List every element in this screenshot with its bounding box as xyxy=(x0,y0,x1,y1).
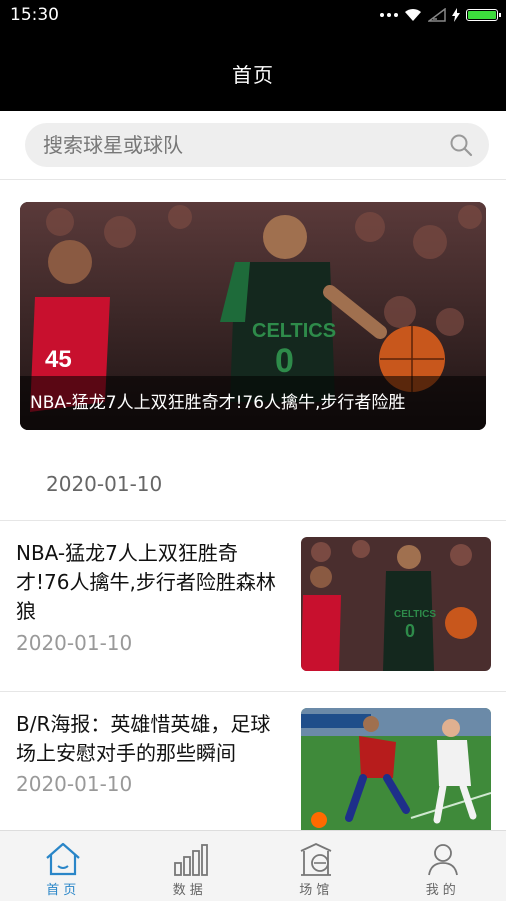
status-icons xyxy=(380,6,498,24)
basketball-thumbnail: CELTICS 0 xyxy=(301,537,491,671)
svg-text:0: 0 xyxy=(405,621,415,641)
signal-icon xyxy=(428,8,446,22)
tab-stadium[interactable]: 场馆 xyxy=(253,831,380,901)
status-bar: 15:30 xyxy=(0,0,506,30)
news-date: 2020-01-10 xyxy=(16,631,132,655)
wifi-icon xyxy=(404,8,422,22)
featured-news[interactable]: 45 CELTICS 0 NBA-猛龙7人上双狂胜奇才!76人擒牛,步行者险胜 … xyxy=(0,180,506,521)
charging-icon xyxy=(452,8,460,22)
tab-label: 数据 xyxy=(173,879,207,898)
bottom-tab-bar: 首页 数据 场馆 我的 xyxy=(0,830,506,901)
featured-news-image[interactable]: 45 CELTICS 0 NBA-猛龙7人上双狂胜奇才!76人擒牛,步行者险胜 xyxy=(20,202,486,430)
tab-label: 首页 xyxy=(46,879,80,898)
search-input[interactable] xyxy=(41,132,449,158)
search-bar xyxy=(0,111,506,180)
home-icon xyxy=(43,839,83,879)
news-title: NBA-猛龙7人上双狂胜奇才!76人擒牛,步行者险胜森林狼 xyxy=(16,539,286,626)
news-date: 2020-01-10 xyxy=(16,772,132,796)
app-header: 首页 xyxy=(0,30,506,111)
more-dots-icon xyxy=(380,13,398,17)
news-thumbnail[interactable] xyxy=(301,708,491,830)
user-icon xyxy=(423,839,463,879)
page-title: 首页 xyxy=(0,30,506,120)
search-box[interactable] xyxy=(25,123,489,167)
battery-icon xyxy=(466,9,498,21)
tab-profile[interactable]: 我的 xyxy=(380,831,506,901)
news-item[interactable]: B/R海报：英雄惜英雄，足球场上安慰对手的那些瞬间 2020-01-10 xyxy=(0,692,506,830)
bar-chart-icon xyxy=(170,839,210,879)
stadium-icon xyxy=(296,839,336,879)
news-thumbnail[interactable]: CELTICS 0 xyxy=(301,537,491,671)
news-title: B/R海报：英雄惜英雄，足球场上安慰对手的那些瞬间 xyxy=(16,710,286,768)
tab-home[interactable]: 首页 xyxy=(0,831,127,901)
featured-news-caption: NBA-猛龙7人上双狂胜奇才!76人擒牛,步行者险胜 xyxy=(20,376,486,430)
svg-text:0: 0 xyxy=(275,342,294,380)
soccer-thumbnail xyxy=(301,708,491,830)
tab-label: 场馆 xyxy=(299,879,333,898)
status-time: 15:30 xyxy=(10,5,59,25)
tab-data[interactable]: 数据 xyxy=(127,831,254,901)
featured-news-date: 2020-01-10 xyxy=(46,472,162,496)
news-item[interactable]: NBA-猛龙7人上双狂胜奇才!76人擒牛,步行者险胜森林狼 2020-01-10… xyxy=(0,521,506,692)
svg-text:CELTICS: CELTICS xyxy=(394,609,436,620)
search-icon[interactable] xyxy=(449,133,473,157)
svg-text:CELTICS: CELTICS xyxy=(252,320,336,342)
tab-label: 我的 xyxy=(426,879,460,898)
svg-text:45: 45 xyxy=(45,346,72,373)
